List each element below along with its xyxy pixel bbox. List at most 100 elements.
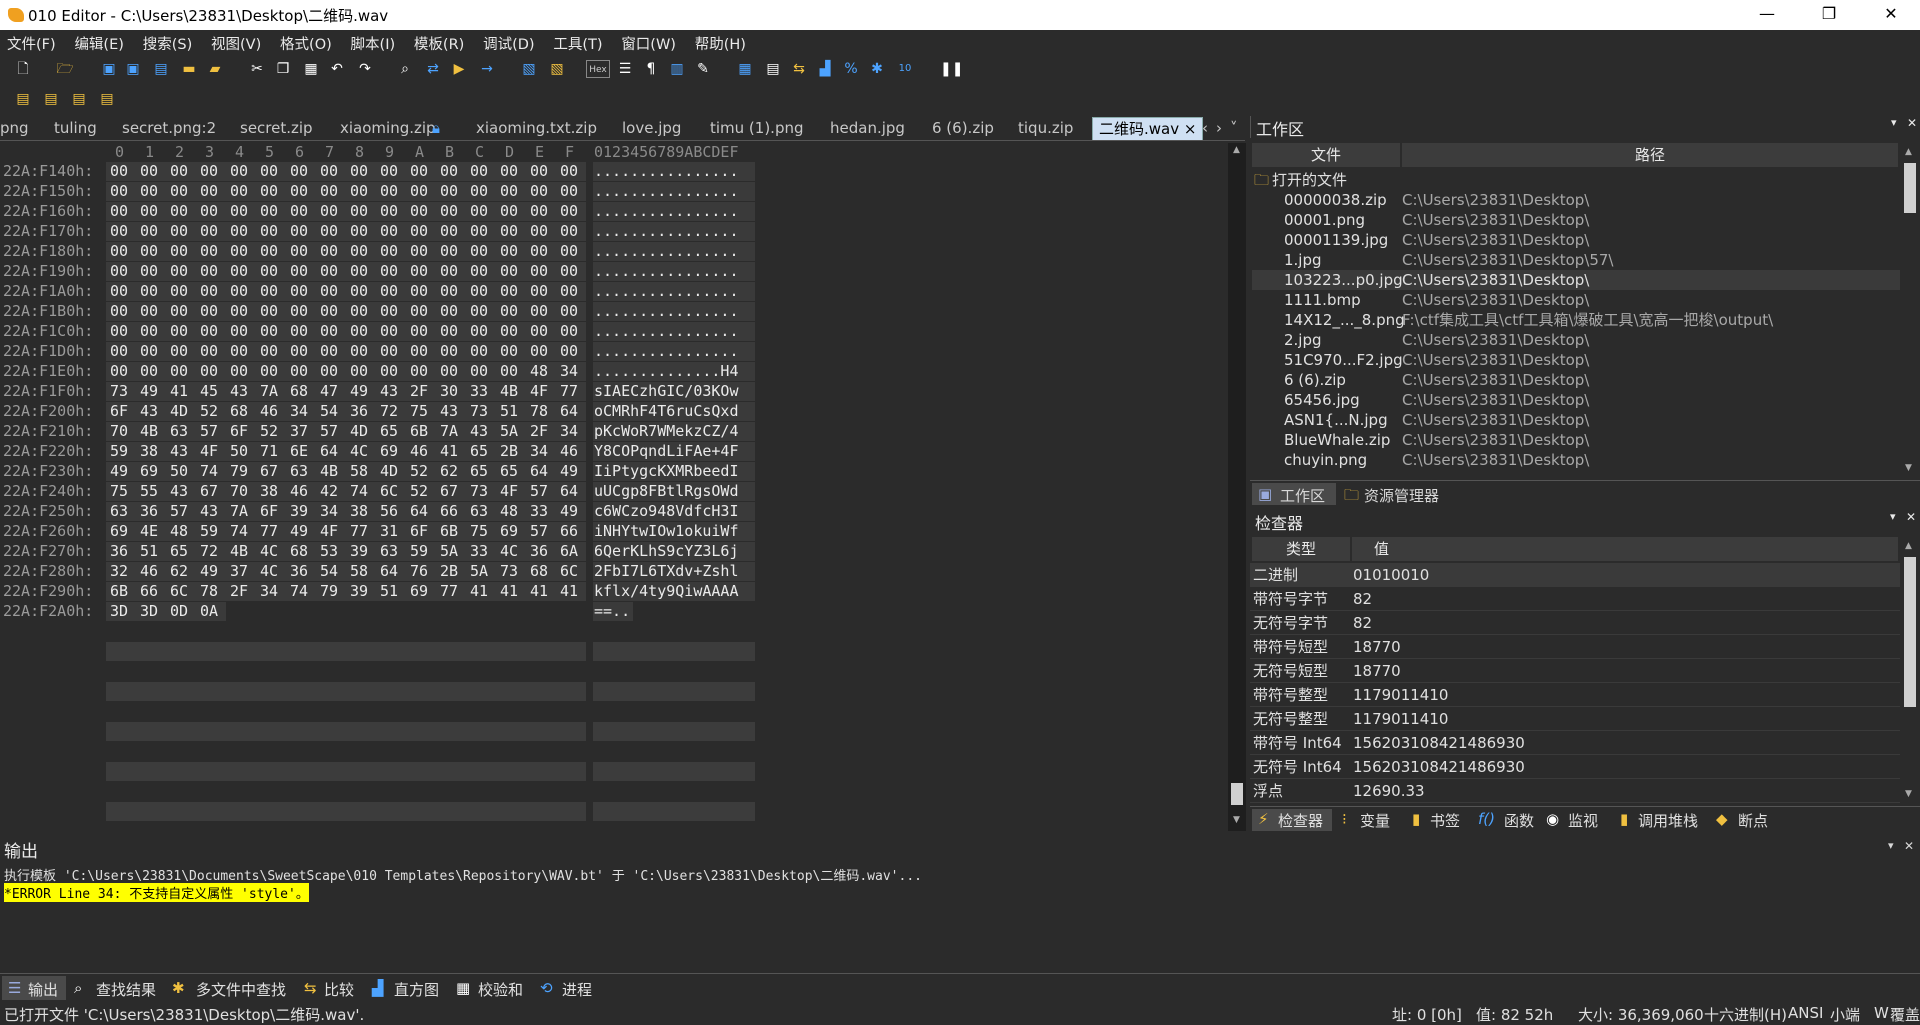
hex-byte[interactable]: 79: [230, 462, 248, 480]
hex-byte[interactable]: 00: [500, 202, 518, 220]
hex-byte[interactable]: 58: [350, 562, 368, 580]
hex-byte[interactable]: 00: [380, 222, 398, 240]
hex-byte[interactable]: 00: [440, 222, 458, 240]
hex-byte[interactable]: 00: [440, 362, 458, 380]
hex-byte[interactable]: 00: [530, 202, 548, 220]
hex-byte[interactable]: 49: [560, 462, 578, 480]
hex-byte[interactable]: 7A: [440, 422, 458, 440]
columns-icon[interactable]: ▥: [668, 60, 686, 78]
hex-byte[interactable]: 00: [290, 302, 308, 320]
ascii-text[interactable]: ................: [594, 342, 739, 360]
folder-icon[interactable]: ▬: [180, 60, 198, 78]
hex-byte[interactable]: 00: [380, 182, 398, 200]
tab-file[interactable]: tiqu.zip: [1018, 117, 1073, 140]
hex-byte[interactable]: 54: [320, 562, 338, 580]
hex-byte[interactable]: 49: [560, 502, 578, 520]
hex-byte[interactable]: 62: [170, 562, 188, 580]
hex-byte[interactable]: 00: [500, 362, 518, 380]
hex-byte[interactable]: 00: [170, 182, 188, 200]
hex-byte[interactable]: 00: [140, 222, 158, 240]
hex-byte[interactable]: 00: [560, 302, 578, 320]
hex-row[interactable]: 22A:F1E0h: 00 00 00 00 00 00 00 00 00 00 00 00 00 00 48…: [0, 362, 760, 382]
hex-byte[interactable]: 00: [230, 222, 248, 240]
panel-menu-icon[interactable]: ▾: [1890, 510, 1896, 523]
hex-byte[interactable]: 59: [410, 542, 428, 560]
hex-byte[interactable]: 49: [110, 462, 128, 480]
hex-byte[interactable]: 63: [380, 542, 398, 560]
hex-byte[interactable]: 49: [290, 522, 308, 540]
hex-byte[interactable]: 4E: [140, 522, 158, 540]
hex-byte[interactable]: 48: [500, 502, 518, 520]
hex-row[interactable]: 22A:F260h: 69 4E 48 59 74 77 49 4F 77 31 6F 6B 75 69 57…: [0, 522, 760, 542]
copy-icon[interactable]: ❐: [274, 60, 292, 78]
hex-byte[interactable]: 57: [530, 522, 548, 540]
hex-byte[interactable]: 34: [560, 422, 578, 440]
hex-byte[interactable]: 00: [410, 322, 428, 340]
hex-byte[interactable]: 00: [290, 282, 308, 300]
menu-script[interactable]: 脚本(I): [344, 30, 403, 54]
hex-scrollbar[interactable]: ▲ ▼: [1228, 143, 1246, 831]
tab-file[interactable]: timu (1).png: [710, 117, 804, 140]
hex-byte[interactable]: 00: [110, 342, 128, 360]
panel-close-icon[interactable]: ✕: [1904, 839, 1914, 853]
hex-byte[interactable]: 41: [440, 442, 458, 460]
hex-byte[interactable]: 4B: [500, 382, 518, 400]
hex-byte[interactable]: 00: [110, 202, 128, 220]
tab-functions[interactable]: 函数: [1504, 810, 1534, 831]
hex-byte[interactable]: 00: [140, 242, 158, 260]
hex-byte[interactable]: 39: [350, 542, 368, 560]
hex-byte[interactable]: 36: [350, 402, 368, 420]
hex-byte[interactable]: 00: [320, 362, 338, 380]
hex-byte[interactable]: 62: [440, 462, 458, 480]
hex-byte[interactable]: 36: [290, 562, 308, 580]
hex-byte[interactable]: 00: [500, 162, 518, 180]
hex-byte[interactable]: 00: [260, 282, 278, 300]
hex-byte[interactable]: 00: [410, 362, 428, 380]
file-list-item[interactable]: 65456.jpg C:\Users\23831\Desktop\: [1252, 390, 1902, 410]
hex-byte[interactable]: 4B: [140, 422, 158, 440]
hex-byte[interactable]: 52: [410, 482, 428, 500]
hex-byte[interactable]: 00: [470, 282, 488, 300]
menu-edit[interactable]: 编辑(E): [67, 30, 130, 54]
hex-row[interactable]: 22A:F1F0h: 73 49 41 45 43 7A 68 47 49 43 2F 30 33 4B 4F…: [0, 382, 760, 402]
hex-byte[interactable]: 00: [200, 202, 218, 220]
hex-row[interactable]: 22A:F1A0h: 00 00 00 00 00 00 00 00 00 00 00 00 00 00 00…: [0, 282, 760, 302]
col-file-header[interactable]: 文件: [1252, 143, 1400, 167]
hex-byte[interactable]: 51: [380, 582, 398, 600]
hex-byte[interactable]: 65: [470, 442, 488, 460]
panel-close-icon[interactable]: ✕: [1907, 116, 1917, 130]
goto-icon[interactable]: →: [478, 60, 496, 78]
hex-byte[interactable]: 2B: [440, 562, 458, 580]
base-convert-icon[interactable]: 10: [896, 60, 914, 78]
ascii-text[interactable]: ................: [594, 282, 739, 300]
hex-byte[interactable]: 68: [290, 542, 308, 560]
calculator-icon[interactable]: ▦: [736, 60, 754, 78]
hex-byte[interactable]: 00: [200, 362, 218, 380]
hex-byte[interactable]: 4F: [500, 482, 518, 500]
hex-byte[interactable]: 46: [560, 442, 578, 460]
hex-byte[interactable]: 00: [200, 322, 218, 340]
hex-byte[interactable]: 00: [320, 202, 338, 220]
hex-byte[interactable]: 00: [530, 262, 548, 280]
hex-byte[interactable]: 46: [140, 562, 158, 580]
file-list-item[interactable]: 00001.png C:\Users\23831\Desktop\: [1252, 210, 1902, 230]
status-encoding[interactable]: ANSI: [1788, 1004, 1823, 1022]
hex-byte[interactable]: 00: [230, 262, 248, 280]
hex-byte[interactable]: 00: [350, 262, 368, 280]
ascii-text[interactable]: sIAECzhGIC/03KOw: [594, 382, 739, 400]
hex-byte[interactable]: 3D: [140, 602, 158, 620]
hex-byte[interactable]: 56: [380, 502, 398, 520]
inspector-value[interactable]: 82: [1353, 587, 1372, 611]
hex-row[interactable]: 22A:F240h: 75 55 43 67 70 38 46 42 74 6C 52 67 73 4F 57…: [0, 482, 760, 502]
hex-byte[interactable]: 78: [530, 402, 548, 420]
menu-view[interactable]: 视图(V): [204, 30, 268, 54]
hex-byte[interactable]: 4D: [170, 402, 188, 420]
hex-byte[interactable]: 00: [380, 362, 398, 380]
ascii-text[interactable]: 6QerKLhS9cYZ3L6j: [594, 542, 739, 560]
hex-byte[interactable]: 00: [440, 302, 458, 320]
hex-byte[interactable]: 74: [200, 462, 218, 480]
hex-byte[interactable]: 52: [200, 402, 218, 420]
hex-byte[interactable]: 00: [380, 322, 398, 340]
inspector-value[interactable]: 12690.33: [1353, 779, 1425, 803]
hex-byte[interactable]: 00: [230, 322, 248, 340]
